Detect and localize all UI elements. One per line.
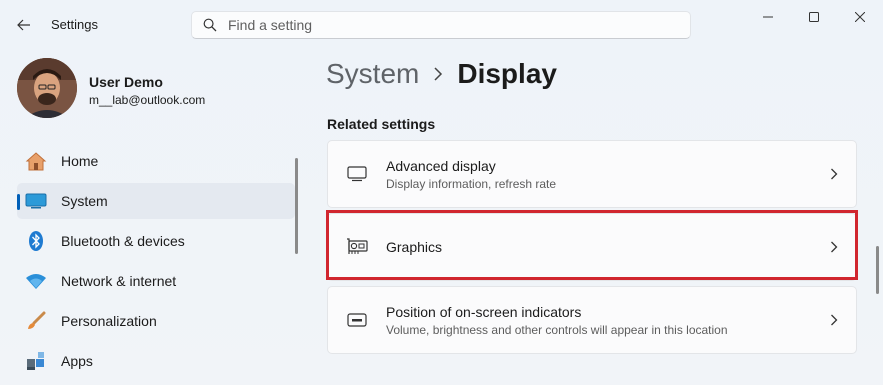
sidebar-item-label: Network & internet [61,273,177,289]
sidebar-item-label: System [61,193,108,209]
bluetooth-icon [25,230,47,252]
wifi-icon [25,270,47,292]
sidebar-nav: Home System Bluetooth & devices Network … [17,143,295,383]
sidebar-item-home[interactable]: Home [17,143,295,179]
title-bar: Settings [0,0,883,50]
breadcrumb: System Display [326,58,557,90]
monitor-icon [346,141,368,207]
avatar [17,58,77,118]
sidebar-item-label: Home [61,153,99,169]
apps-icon [25,350,47,372]
search-input[interactable] [226,16,660,34]
chevron-right-icon [433,67,443,81]
back-button[interactable] [9,11,39,39]
card-subtitle: Volume, brightness and other controls wi… [386,322,728,337]
system-icon [25,190,47,212]
sidebar-item-label: Apps [61,353,93,369]
card-title: Position of on-screen indicators [386,303,582,320]
close-button[interactable] [837,0,883,34]
sidebar-item-network[interactable]: Network & internet [17,263,295,299]
chevron-right-icon [830,141,838,207]
main-scrollbar[interactable] [876,246,879,294]
card-subtitle: Display information, refresh rate [386,176,557,191]
user-name: User Demo [89,74,163,90]
brush-icon [25,310,47,332]
sidebar-item-label: Bluetooth & devices [61,233,185,249]
close-icon [855,12,865,22]
sidebar-scrollbar[interactable] [295,158,298,254]
chevron-right-icon [830,214,838,280]
card-title: Advanced display [386,157,496,174]
chevron-right-icon [830,287,838,353]
on-screen-indicators-card[interactable]: Position of on-screen indicators Volume,… [327,286,857,354]
maximize-icon [809,12,819,22]
minimize-button[interactable] [745,0,791,34]
indicator-icon [346,287,368,353]
app-title: Settings [51,17,98,32]
search-icon [203,18,217,32]
advanced-display-card[interactable]: Advanced display Display information, re… [327,140,857,208]
graphics-card[interactable]: Graphics [327,213,857,281]
sidebar-item-personalization[interactable]: Personalization [17,303,295,339]
home-icon [25,150,47,172]
back-arrow-icon [17,19,30,31]
search-box[interactable] [191,11,691,39]
section-title: Related settings [327,116,436,132]
user-email: m__lab@outlook.com [89,93,206,107]
settings-window: Settings Find a setting User Demo m__lab… [0,0,883,385]
page-title: Display [457,58,557,89]
sidebar-item-label: Personalization [61,313,157,329]
maximize-button[interactable] [791,0,837,34]
sidebar-item-bluetooth[interactable]: Bluetooth & devices [17,223,295,259]
sidebar-item-system[interactable]: System [17,183,295,219]
card-title: Graphics [386,239,443,255]
sidebar-item-apps[interactable]: Apps [17,343,295,379]
breadcrumb-parent[interactable]: System [326,58,419,90]
minimize-icon [763,16,773,18]
graphics-card-icon [346,214,368,280]
